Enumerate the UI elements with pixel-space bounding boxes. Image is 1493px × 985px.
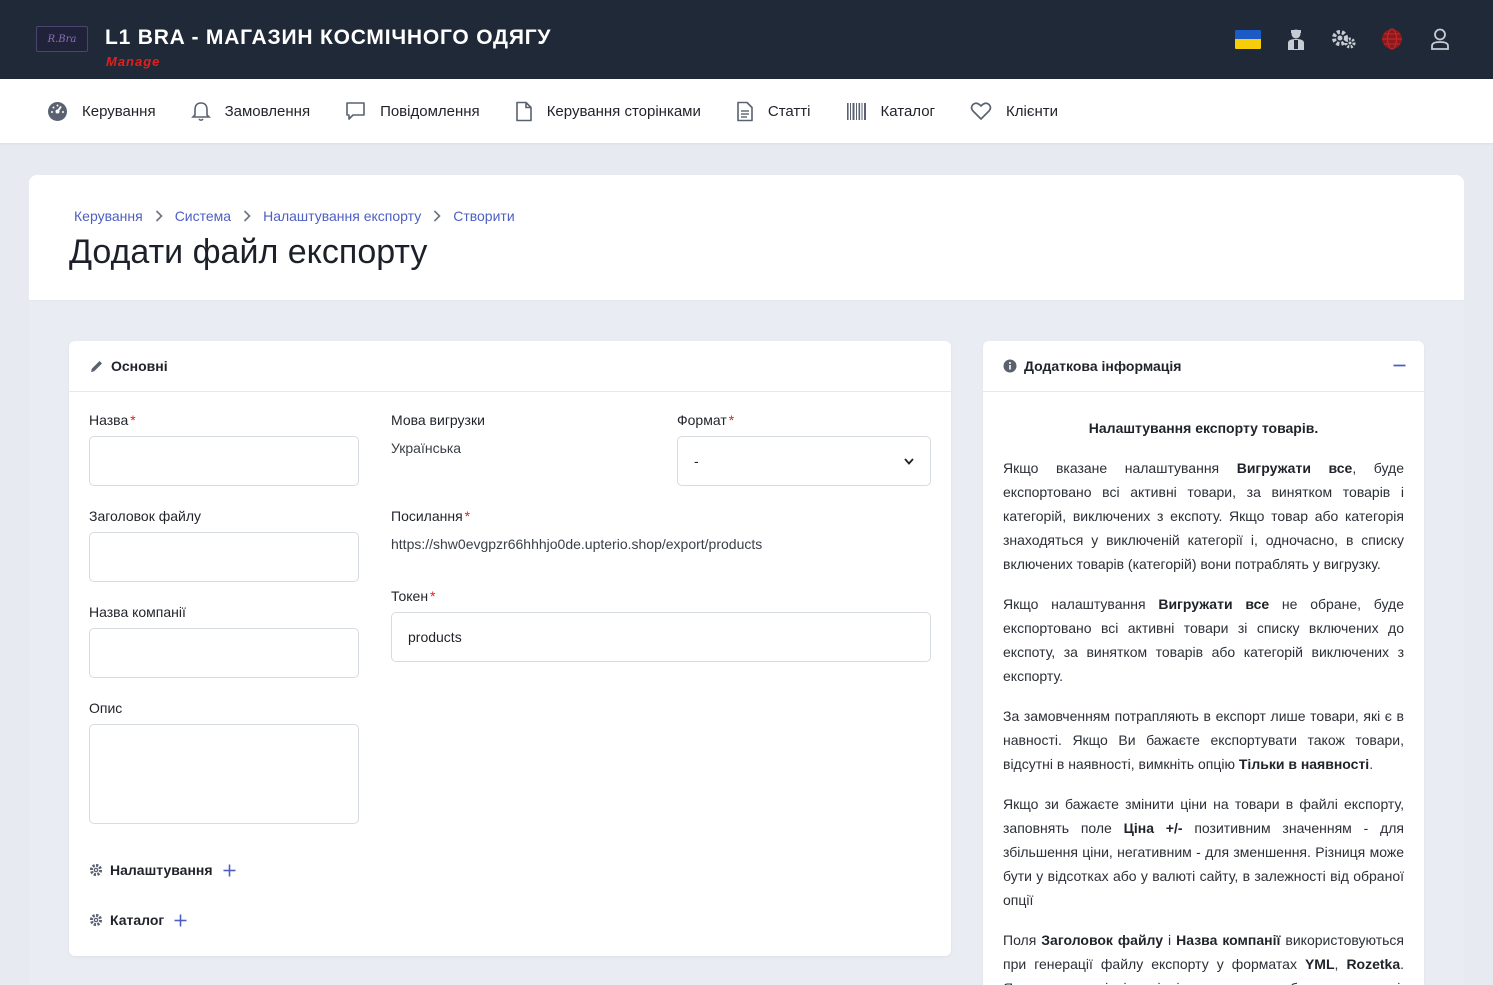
bell-icon [190,101,211,121]
nav-label: Клієнти [1006,102,1059,120]
company-name-input[interactable] [89,628,359,678]
main-nav: Керування Замовлення Повідомлення Керува… [0,79,1493,143]
pencil-icon [91,359,103,372]
nav-item-dashboard[interactable]: Керування [47,101,156,122]
support-agent-icon[interactable] [1283,26,1309,52]
nav-item-orders[interactable]: Замовлення [190,101,311,122]
card-title: Додаткова інформація [1024,358,1182,374]
breadcrumb-create[interactable]: Створити [453,208,514,224]
description-textarea[interactable] [89,724,359,824]
nav-item-pages[interactable]: Керування сторінками [515,101,701,122]
collapse-button[interactable] [1393,359,1406,377]
chevron-right-icon [243,210,251,222]
format-selected-value: - [694,453,699,469]
file-title-input[interactable] [89,532,359,582]
name-label: Назва * [89,412,136,428]
main-settings-card: Основні Назва * Заголовок файлу Назва ком… [69,341,951,956]
company-name-label: Назва компанії [89,604,186,620]
top-icons [1235,26,1453,52]
token-label: Токен * [391,588,436,604]
nav-label: Статті [767,102,811,120]
nav-label: Повідомлення [380,102,480,120]
info-paragraph: Якщо зи бажаєте змінити ціни на товари в… [1003,796,1404,908]
token-input[interactable]: products [391,612,931,662]
file-title-label: Заголовок файлу [89,508,202,524]
info-paragraph: Поля Заголовок файлу і Назва компанії ви… [1003,932,1405,985]
chevron-right-icon [433,210,441,222]
info-paragraph: Якщо вказане налаштування Вигружати все,… [1003,460,1404,572]
store-title: L1 BRA - МАГАЗИН КОСМІЧНОГО ОДЯГУ [105,26,552,49]
card-title: Основні [111,358,168,374]
card-header: Додаткова інформація [983,341,1424,392]
breadcrumb-dashboard[interactable]: Керування [74,208,143,224]
additional-info-card: Додаткова інформація Налаштування експор… [983,341,1424,985]
settings-section-title: Налаштування [110,862,213,878]
globe-icon[interactable] [1379,26,1405,52]
info-paragraph: Якщо налаштування Вигружати все не обран… [1003,596,1404,684]
page-header: Керування Система Налаштування експорту … [29,175,1464,301]
dashboard-icon [48,101,67,121]
file-icon [515,101,532,121]
language-label: Мова вигрузки [391,412,485,428]
nav-label: Керування сторінками [546,102,701,120]
description-label: Опис [89,700,123,716]
catalog-section-toggle[interactable]: Каталог [89,912,187,928]
store-logo[interactable]: R.Bra [36,26,88,52]
nav-label: Каталог [880,102,936,120]
logo-text: R.Bra [47,33,77,45]
info-heading: Налаштування експорту товарів. [1088,420,1319,436]
info-text: Налаштування експорту товарів. Якщо вказ… [983,392,1424,985]
nav-item-catalog[interactable]: Каталог [846,102,936,121]
document-icon [737,101,753,121]
message-icon [346,101,365,120]
format-label: Формат * [677,412,735,428]
nav-label: Керування [82,102,156,120]
link-label: Посилання * [391,508,471,524]
format-select[interactable]: - [677,436,931,486]
plus-icon [223,864,236,876]
minus-icon [1393,364,1406,367]
gear-icon [89,913,103,927]
store-subtitle: Manage [106,54,161,69]
breadcrumb-export-settings[interactable]: Налаштування експорту [263,208,421,224]
top-bar: R.Bra L1 BRA - МАГАЗИН КОСМІЧНОГО ОДЯГУ … [0,0,1493,79]
info-paragraph: За замовченням потрапляють в експорт лиш… [1003,708,1404,772]
catalog-section-title: Каталог [110,912,165,928]
nav-item-messages[interactable]: Повідомлення [345,101,480,122]
nav-item-clients[interactable]: Клієнти [970,101,1058,121]
plus-icon [174,914,187,926]
breadcrumb-system[interactable]: Система [175,208,231,224]
card-header: Основні [69,341,951,392]
nav-item-articles[interactable]: Статті [736,101,811,122]
heart-icon [970,102,992,120]
chevron-down-icon [904,457,914,465]
settings-section-toggle[interactable]: Налаштування [89,862,236,878]
nav-label: Замовлення [224,102,311,120]
gear-icon [89,863,103,877]
chevron-right-icon [155,210,163,222]
page-title: Додати файл експорту [69,233,428,271]
settings-gears-icon[interactable] [1331,26,1357,52]
language-value: Українська [391,440,462,456]
info-icon [1003,359,1017,373]
breadcrumb: Керування Система Налаштування експорту … [74,208,515,224]
ukraine-flag-icon[interactable] [1235,26,1261,52]
name-input[interactable] [89,436,359,486]
link-value[interactable]: https://shw0evgpzr66hhhjo0de.upterio.sho… [391,536,762,552]
barcode-icon [846,102,866,120]
user-icon[interactable] [1427,26,1453,52]
